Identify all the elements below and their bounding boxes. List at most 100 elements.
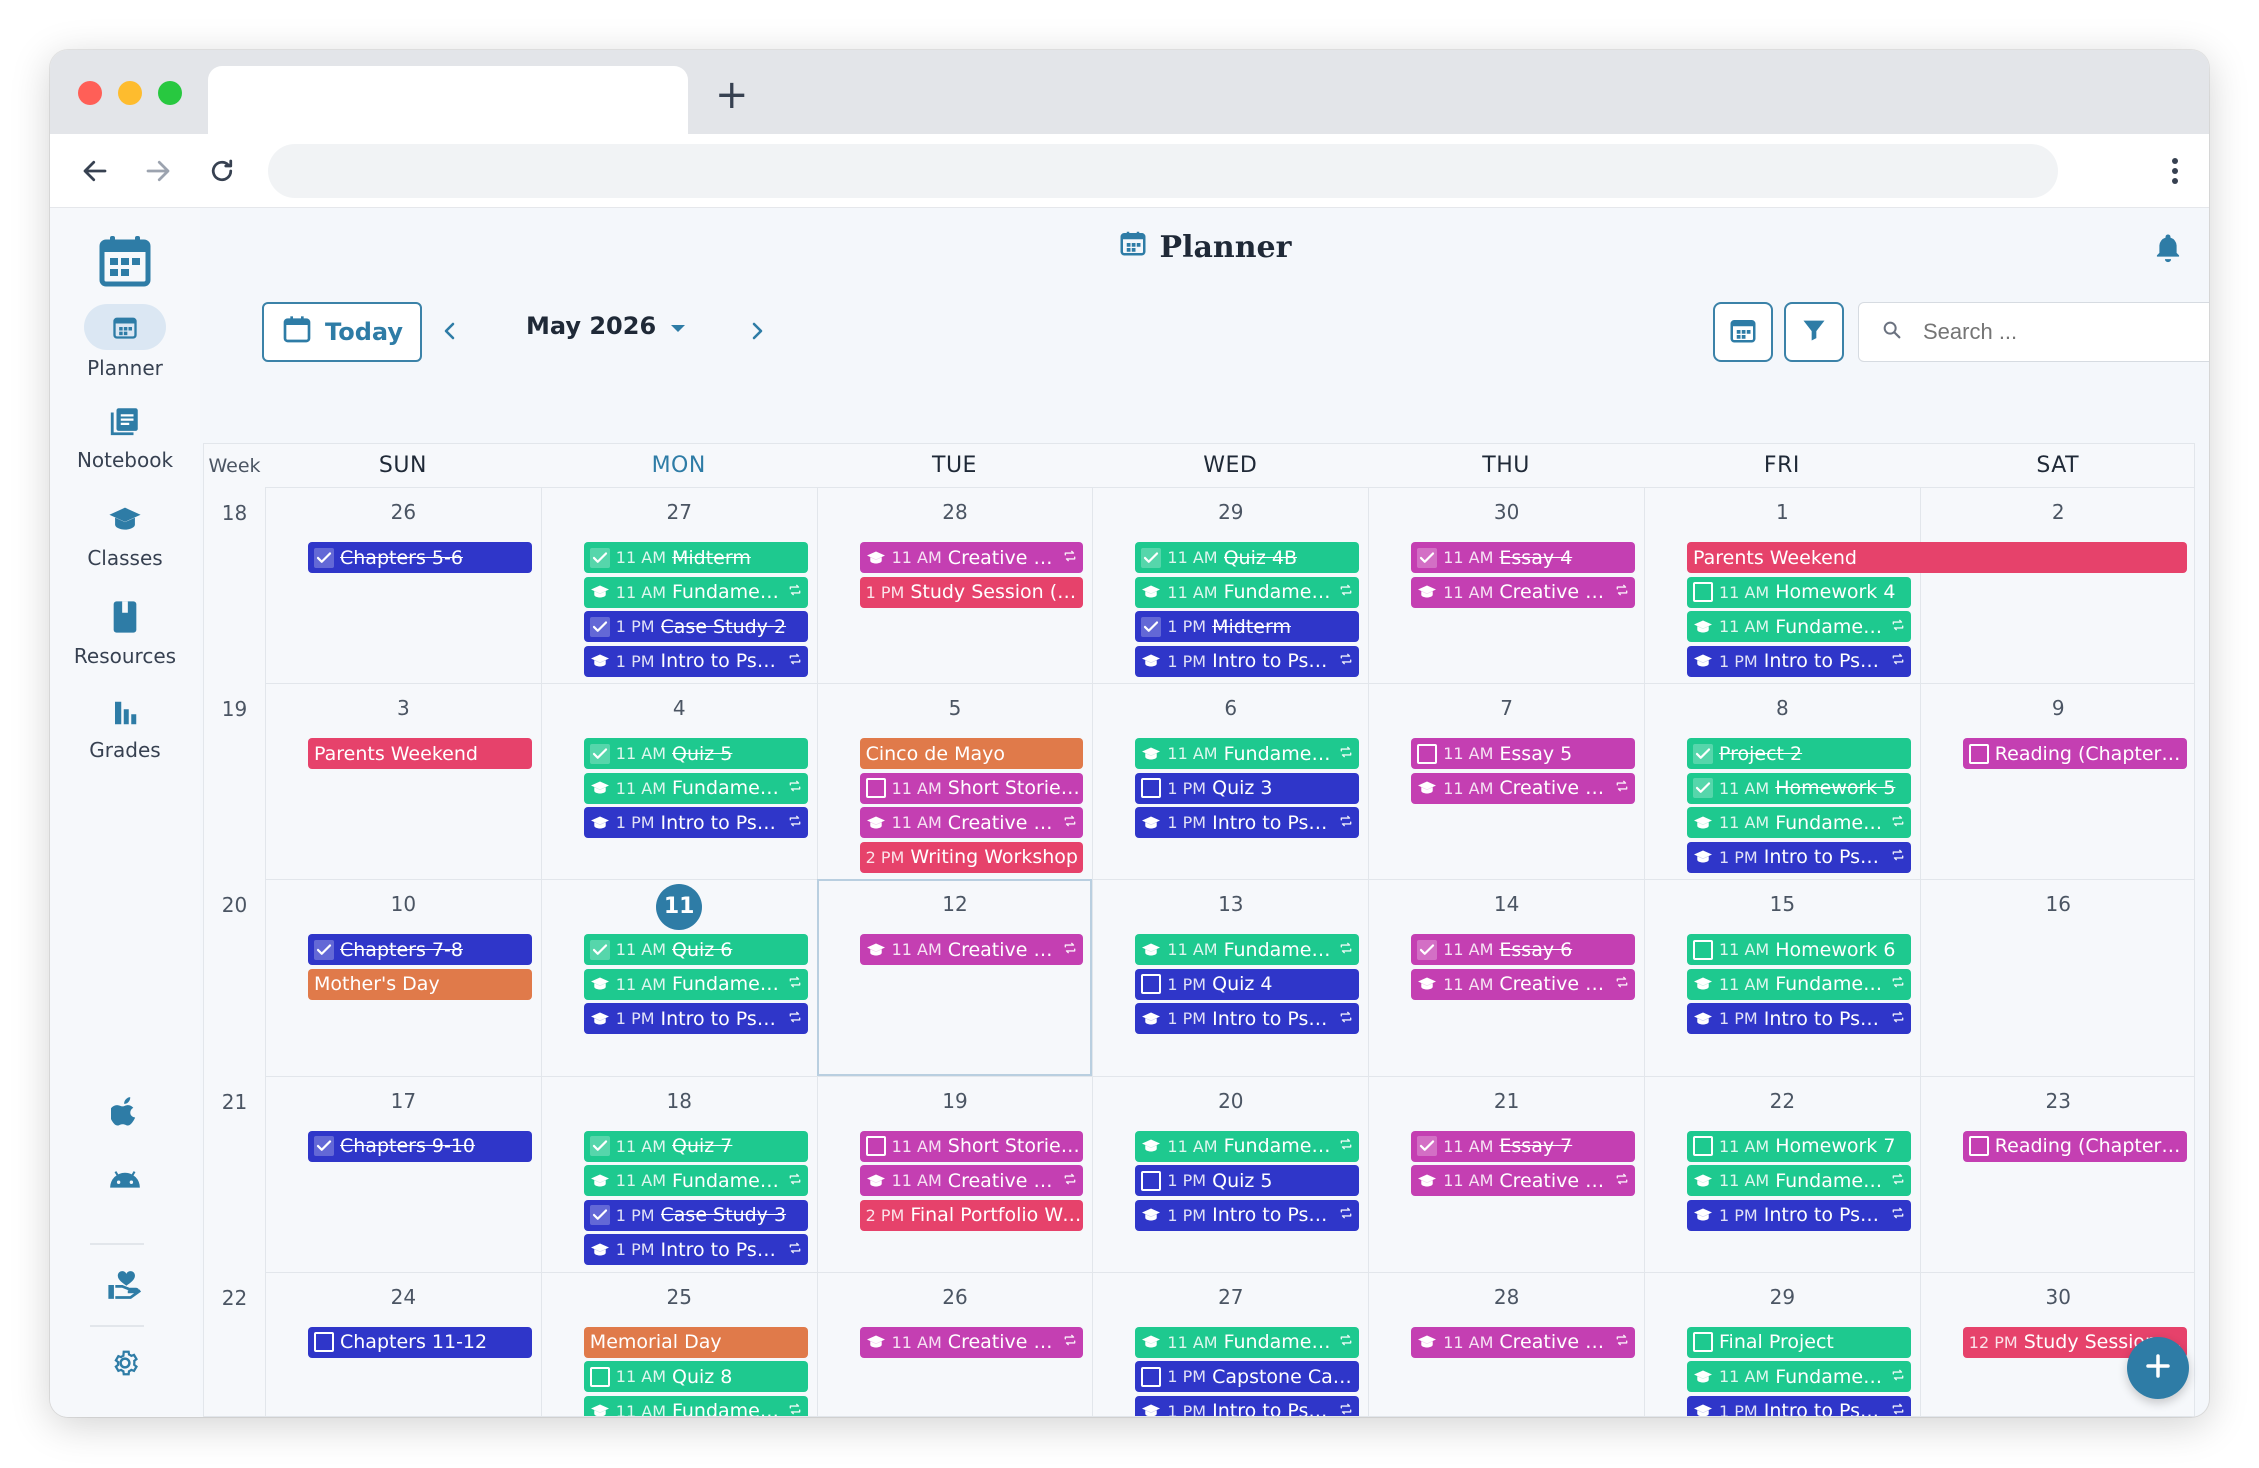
search-input[interactable]	[1923, 319, 2203, 345]
today-button[interactable]: Today	[262, 302, 422, 362]
class-session-event[interactable]: 11 AMCreative Writin...	[1411, 576, 1635, 608]
reload-icon[interactable]	[200, 134, 244, 208]
apple-app-link[interactable]	[50, 1096, 200, 1130]
unchecked-checkbox-icon[interactable]	[1141, 974, 1162, 995]
class-session-event[interactable]: 11 AMCreative Writin...	[859, 934, 1084, 966]
class-session-event[interactable]: 11 AMCreative Writin...	[859, 807, 1084, 839]
class-session-event[interactable]: 1 PMIntro to Psychol...	[1135, 1199, 1360, 1231]
class-session-event[interactable]: 11 AMFundamentals ...	[583, 772, 808, 804]
sidebar-item-notebook[interactable]: Notebook	[50, 404, 200, 472]
checked-checkbox-icon[interactable]	[314, 1136, 334, 1157]
class-session-event[interactable]: 1 PMIntro to Psychol...	[1135, 645, 1360, 677]
task-event[interactable]: Chapters 5-6	[308, 542, 532, 573]
back-arrow-icon[interactable]	[73, 134, 117, 208]
sidebar-item-resources[interactable]: Resources	[50, 600, 200, 668]
checked-checkbox-icon[interactable]	[589, 743, 610, 764]
task-event[interactable]: 11 AM Essay 6	[1411, 934, 1635, 966]
previous-month-button[interactable]	[438, 316, 462, 350]
unchecked-checkbox-icon[interactable]	[1693, 939, 1713, 960]
class-session-event[interactable]: 11 AMFundamentals ...	[583, 968, 808, 1000]
checked-checkbox-icon[interactable]	[314, 547, 334, 568]
task-event[interactable]: 11 AM Homework 5	[1687, 772, 1911, 804]
day-cell[interactable]: 3	[265, 683, 541, 880]
class-session-event[interactable]: 11 AMCreative Writin...	[859, 542, 1084, 573]
settings-link[interactable]	[50, 1348, 200, 1382]
unchecked-checkbox-icon[interactable]	[1141, 778, 1162, 799]
checked-checkbox-icon[interactable]	[1417, 939, 1438, 960]
unchecked-checkbox-icon[interactable]	[1693, 1332, 1713, 1353]
forward-arrow-icon[interactable]	[136, 134, 180, 208]
calendar-event[interactable]: 2 PMFinal Portfolio Writin...	[859, 1199, 1084, 1231]
calendar-event[interactable]: Mother's Day	[308, 968, 532, 1000]
class-session-event[interactable]: 11 AMFundamentals ...	[1135, 1326, 1360, 1358]
unchecked-checkbox-icon[interactable]	[865, 778, 886, 799]
calendar-event[interactable]: 1 PMStudy Session (Midte...	[859, 576, 1084, 608]
android-app-link[interactable]	[50, 1166, 200, 1194]
donate-link[interactable]	[50, 1268, 200, 1306]
checked-checkbox-icon[interactable]	[589, 1205, 610, 1226]
class-session-event[interactable]: 11 AMFundamentals ...	[583, 1165, 808, 1197]
address-bar[interactable]	[268, 144, 2058, 198]
task-event[interactable]: 1 PM Quiz 5	[1135, 1165, 1360, 1197]
task-event[interactable]: Chapters 9-10	[308, 1130, 532, 1162]
class-session-event[interactable]: 11 AMFundamentals ...	[583, 1395, 808, 1416]
class-session-event[interactable]: 1 PMIntro to Psychol...	[583, 807, 808, 839]
minimize-window-icon[interactable]	[118, 81, 142, 105]
unchecked-checkbox-icon[interactable]	[1968, 743, 1989, 764]
task-event[interactable]: 11 AM Quiz 5	[583, 738, 808, 770]
class-session-event[interactable]: 11 AMFundamentals ...	[1135, 1130, 1360, 1162]
task-event[interactable]: 1 PM Midterm	[1135, 611, 1360, 642]
task-event[interactable]: 11 AM Essay 7	[1411, 1130, 1635, 1162]
bell-icon[interactable]	[2153, 232, 2183, 268]
unchecked-checkbox-icon[interactable]	[1141, 1170, 1162, 1191]
task-event[interactable]: 11 AM Midterm	[583, 542, 808, 573]
day-cell[interactable]: 2	[1919, 487, 2194, 684]
task-event[interactable]: 11 AM Homework 6	[1687, 934, 1911, 966]
class-session-event[interactable]: 11 AMFundamentals ...	[1135, 934, 1360, 966]
task-event[interactable]: 11 AM Short Stories 3	[859, 772, 1084, 804]
task-event[interactable]: 1 PM Quiz 4	[1135, 968, 1360, 1000]
calendar-event[interactable]: Cinco de Mayo	[859, 738, 1084, 770]
sidebar-item-planner[interactable]: Planner	[50, 304, 200, 380]
task-event[interactable]: Chapters 11-12	[308, 1326, 532, 1358]
sidebar-item-classes[interactable]: Classes	[50, 502, 200, 570]
class-session-event[interactable]: 1 PMIntro to Psychol...	[1687, 1003, 1911, 1035]
class-session-event[interactable]: 11 AMFundamentals ...	[1687, 1165, 1911, 1197]
class-session-event[interactable]: 11 AMCreative Writin...	[859, 1326, 1084, 1358]
task-event[interactable]: 11 AM Short Stories 4	[859, 1130, 1084, 1162]
class-session-event[interactable]: 11 AMFundamentals ...	[1687, 968, 1911, 1000]
task-event[interactable]: 1 PM Quiz 3	[1135, 772, 1360, 804]
class-session-event[interactable]: 11 AMFundamentals ...	[1135, 738, 1360, 770]
browser-tab[interactable]	[208, 66, 688, 134]
day-cell[interactable]: 23	[1919, 1075, 2194, 1272]
class-session-event[interactable]: 11 AMFundamentals ...	[583, 576, 808, 608]
task-event[interactable]: 11 AM Essay 5	[1411, 738, 1635, 770]
checked-checkbox-icon[interactable]	[1417, 1136, 1438, 1157]
checked-checkbox-icon[interactable]	[589, 1136, 610, 1157]
task-event[interactable]: 11 AM Homework 7	[1687, 1130, 1911, 1162]
checked-checkbox-icon[interactable]	[589, 616, 610, 637]
checked-checkbox-icon[interactable]	[314, 939, 334, 960]
checked-checkbox-icon[interactable]	[1693, 743, 1713, 764]
class-session-event[interactable]: 1 PMIntro to Psychol...	[1135, 1003, 1360, 1035]
task-event[interactable]: 11 AM Quiz 4B	[1135, 542, 1360, 573]
day-cell[interactable]: 9	[1919, 683, 2194, 880]
close-window-icon[interactable]	[78, 81, 102, 105]
class-session-event[interactable]: 1 PMIntro to Psychol...	[583, 645, 808, 677]
task-event[interactable]: 11 AM Essay 4	[1411, 542, 1635, 573]
class-session-event[interactable]: 11 AMCreative Writin...	[1411, 968, 1635, 1000]
unchecked-checkbox-icon[interactable]	[1417, 743, 1438, 764]
checked-checkbox-icon[interactable]	[1141, 547, 1162, 568]
checked-checkbox-icon[interactable]	[589, 547, 610, 568]
class-session-event[interactable]: 11 AMFundamentals ...	[1687, 807, 1911, 839]
unchecked-checkbox-icon[interactable]	[1968, 1136, 1989, 1157]
class-session-event[interactable]: 1 PMIntro to Psychol...	[1687, 1395, 1911, 1416]
day-cell[interactable]: 12	[816, 879, 1093, 1076]
task-event[interactable]: Project 2	[1687, 738, 1911, 770]
checked-checkbox-icon[interactable]	[589, 939, 610, 960]
maximize-window-icon[interactable]	[158, 81, 182, 105]
class-session-event[interactable]: 1 PMIntro to Psychol...	[1687, 1199, 1911, 1231]
task-event[interactable]: 11 AM Quiz 6	[583, 934, 808, 966]
add-event-button[interactable]	[2127, 1337, 2189, 1399]
class-session-event[interactable]: 1 PMIntro to Psychol...	[1135, 1395, 1360, 1416]
